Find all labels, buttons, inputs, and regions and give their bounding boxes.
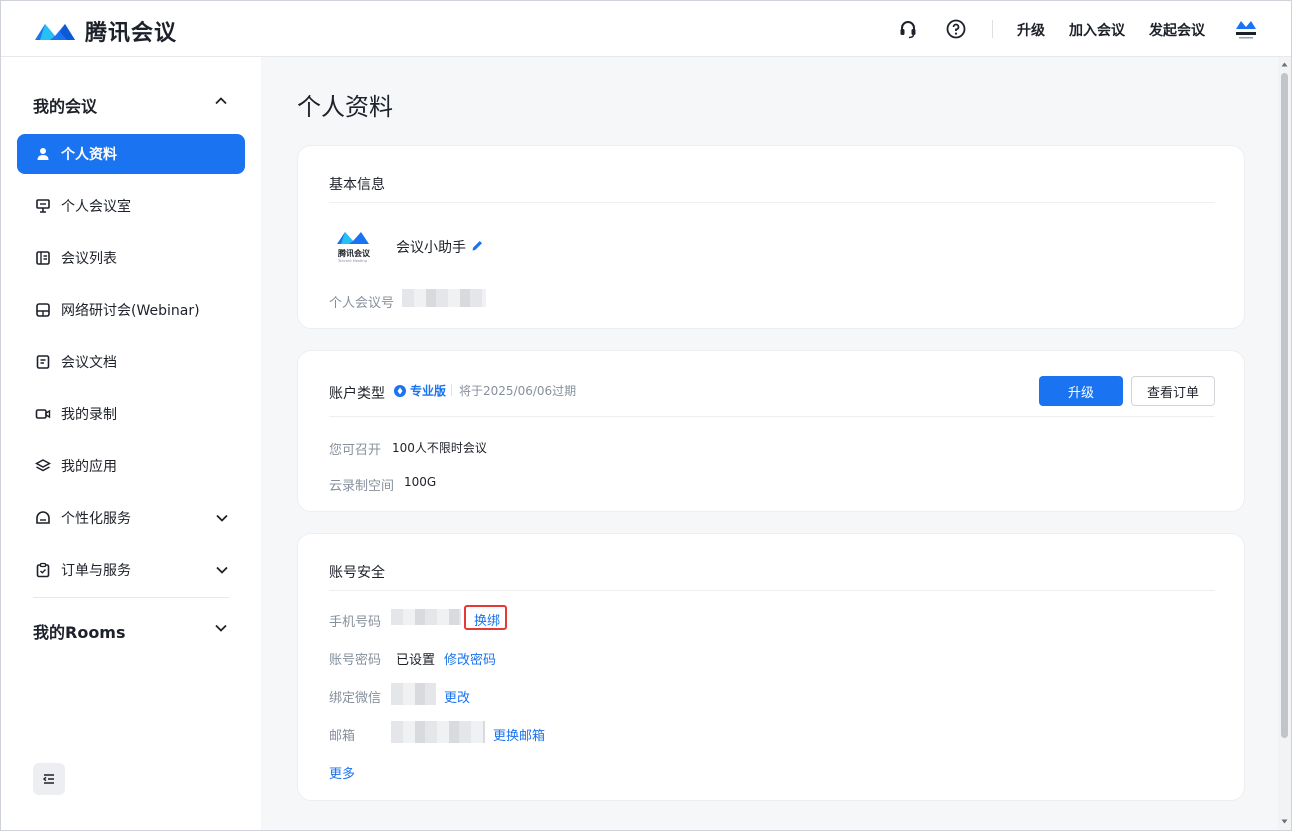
phone-change-link[interactable]: 换绑 <box>474 610 500 629</box>
more-link[interactable]: 更多 <box>329 763 355 782</box>
logo-icon <box>35 24 75 40</box>
sidebar-item-label: 我的应用 <box>61 459 117 475</box>
top-bar: 腾讯会议 升级 加入会议 发起会议 <box>1 1 1291 57</box>
sidebar-item-documents[interactable]: 会议文档 <box>17 342 245 382</box>
email-value-redacted <box>391 721 485 743</box>
can-host-value: 100人不限时会议 <box>392 441 487 455</box>
header-divider <box>992 20 993 38</box>
brand-name: 腾讯会议 <box>85 21 178 46</box>
layers-icon <box>35 458 51 474</box>
sidebar-item-recordings[interactable]: 我的录制 <box>17 394 245 434</box>
sidebar-item-label: 会议列表 <box>61 251 117 267</box>
my-meetings-section[interactable]: 我的会议 <box>33 93 97 117</box>
sidebar-divider <box>33 597 229 598</box>
document-icon <box>35 354 51 370</box>
wechat-label: 绑定微信 <box>329 691 382 706</box>
plan-expire: 将于2025/06/06过期 <box>459 384 577 398</box>
change-wechat-link[interactable]: 更改 <box>444 687 470 706</box>
account-type-label: 账户类型 <box>329 386 385 402</box>
avatar-brand-subtext: Tencent Meeting <box>338 259 367 263</box>
password-label: 账号密码 <box>329 653 382 668</box>
password-status: 已设置 <box>396 653 436 668</box>
pro-badge-icon <box>394 385 406 397</box>
start-meeting-link[interactable]: 发起会议 <box>1149 20 1205 40</box>
collapse-icon <box>42 774 54 784</box>
user-avatar[interactable] <box>1234 17 1258 41</box>
profile-avatar[interactable]: 腾讯会议 Tencent Meeting <box>329 222 377 270</box>
scroll-down-icon[interactable] <box>1281 818 1288 825</box>
sidebar-item-apps[interactable]: 我的应用 <box>17 446 245 486</box>
edit-icon[interactable] <box>471 239 484 252</box>
email-label: 邮箱 <box>329 729 356 744</box>
plan-divider <box>451 384 452 396</box>
sidebar-item-webinar[interactable]: 网络研讨会(Webinar) <box>17 290 245 330</box>
card-divider <box>329 590 1215 591</box>
nickname: 会议小助手 <box>396 240 466 256</box>
chevron-up-icon[interactable] <box>214 94 228 108</box>
basic-info-card: 基本信息 腾讯会议 Tencent Meeting 会议小助手 个人会议号 <box>297 145 1245 329</box>
user-icon <box>35 146 51 162</box>
sidebar-item-label: 个人资料 <box>61 147 117 163</box>
avatar-brand-text: 腾讯会议 <box>338 249 370 258</box>
headset-icon[interactable] <box>898 19 918 39</box>
account-type-card: 账户类型 专业版 将于2025/06/06过期 升级 查看订单 您可召开 100… <box>297 350 1245 512</box>
sidebar-item-label: 订单与服务 <box>61 563 131 579</box>
app-window: 腾讯会议 升级 加入会议 发起会议 我的会议 个人资料 个人会议室 会议列表 网… <box>0 0 1292 831</box>
cloud-storage-label: 云录制空间 <box>329 479 395 494</box>
service-icon <box>35 510 51 526</box>
main-content: 个人资料 基本信息 腾讯会议 Tencent Meeting 会议小助手 个人会… <box>261 57 1278 830</box>
wechat-value-redacted <box>391 683 436 705</box>
change-password-link[interactable]: 修改密码 <box>444 649 496 668</box>
chevron-down-icon[interactable] <box>215 563 229 577</box>
phone-value-redacted <box>391 609 461 625</box>
sidebar-item-label: 个性化服务 <box>61 511 131 527</box>
clipboard-icon <box>35 562 51 578</box>
chevron-down-icon[interactable] <box>215 511 229 525</box>
account-security-card: 账号安全 手机号码 换绑 账号密码 已设置 修改密码 绑定微信 更改 邮箱 更换… <box>297 533 1245 801</box>
view-orders-button[interactable]: 查看订单 <box>1131 376 1215 406</box>
video-icon <box>35 406 51 422</box>
change-email-link[interactable]: 更换邮箱 <box>493 725 545 744</box>
card-divider <box>329 416 1215 417</box>
plan-badge: 专业版 <box>410 384 447 398</box>
chevron-down-icon[interactable] <box>214 621 228 635</box>
sidebar-item-meeting-list[interactable]: 会议列表 <box>17 238 245 278</box>
scrollbar-thumb[interactable] <box>1281 73 1288 738</box>
basic-info-title: 基本信息 <box>329 177 385 193</box>
collapse-sidebar-button[interactable] <box>33 763 65 795</box>
help-icon[interactable] <box>946 19 966 39</box>
my-rooms-section[interactable]: 我的Rooms <box>33 619 126 643</box>
sidebar-item-label: 网络研讨会(Webinar) <box>61 303 200 319</box>
can-host-label: 您可召开 <box>329 443 382 458</box>
sidebar-item-label: 个人会议室 <box>61 199 131 215</box>
sidebar-item-orders[interactable]: 订单与服务 <box>17 550 245 590</box>
brand-logo[interactable]: 腾讯会议 <box>33 15 177 47</box>
join-meeting-link[interactable]: 加入会议 <box>1069 20 1125 40</box>
scroll-up-icon[interactable] <box>1281 61 1288 68</box>
sidebar-item-personalized-service[interactable]: 个性化服务 <box>17 498 245 538</box>
meeting-id-label: 个人会议号 <box>329 296 395 311</box>
phone-label: 手机号码 <box>329 615 382 630</box>
sidebar-item-label: 会议文档 <box>61 355 117 371</box>
sidebar: 我的会议 个人资料 个人会议室 会议列表 网络研讨会(Webinar) 会议文档… <box>1 57 261 830</box>
sidebar-item-personal-room[interactable]: 个人会议室 <box>17 186 245 226</box>
card-divider <box>329 202 1215 203</box>
sidebar-item-profile[interactable]: 个人资料 <box>17 134 245 174</box>
meeting-id-value-redacted <box>402 289 486 307</box>
webinar-icon <box>35 302 51 318</box>
cloud-storage-value: 100G <box>404 475 437 489</box>
monitor-icon <box>35 198 51 214</box>
upgrade-button[interactable]: 升级 <box>1039 376 1123 406</box>
page-title: 个人资料 <box>297 93 393 121</box>
security-title: 账号安全 <box>329 565 385 581</box>
upgrade-link[interactable]: 升级 <box>1017 20 1045 40</box>
sidebar-item-label: 我的录制 <box>61 407 117 423</box>
list-icon <box>35 250 51 266</box>
